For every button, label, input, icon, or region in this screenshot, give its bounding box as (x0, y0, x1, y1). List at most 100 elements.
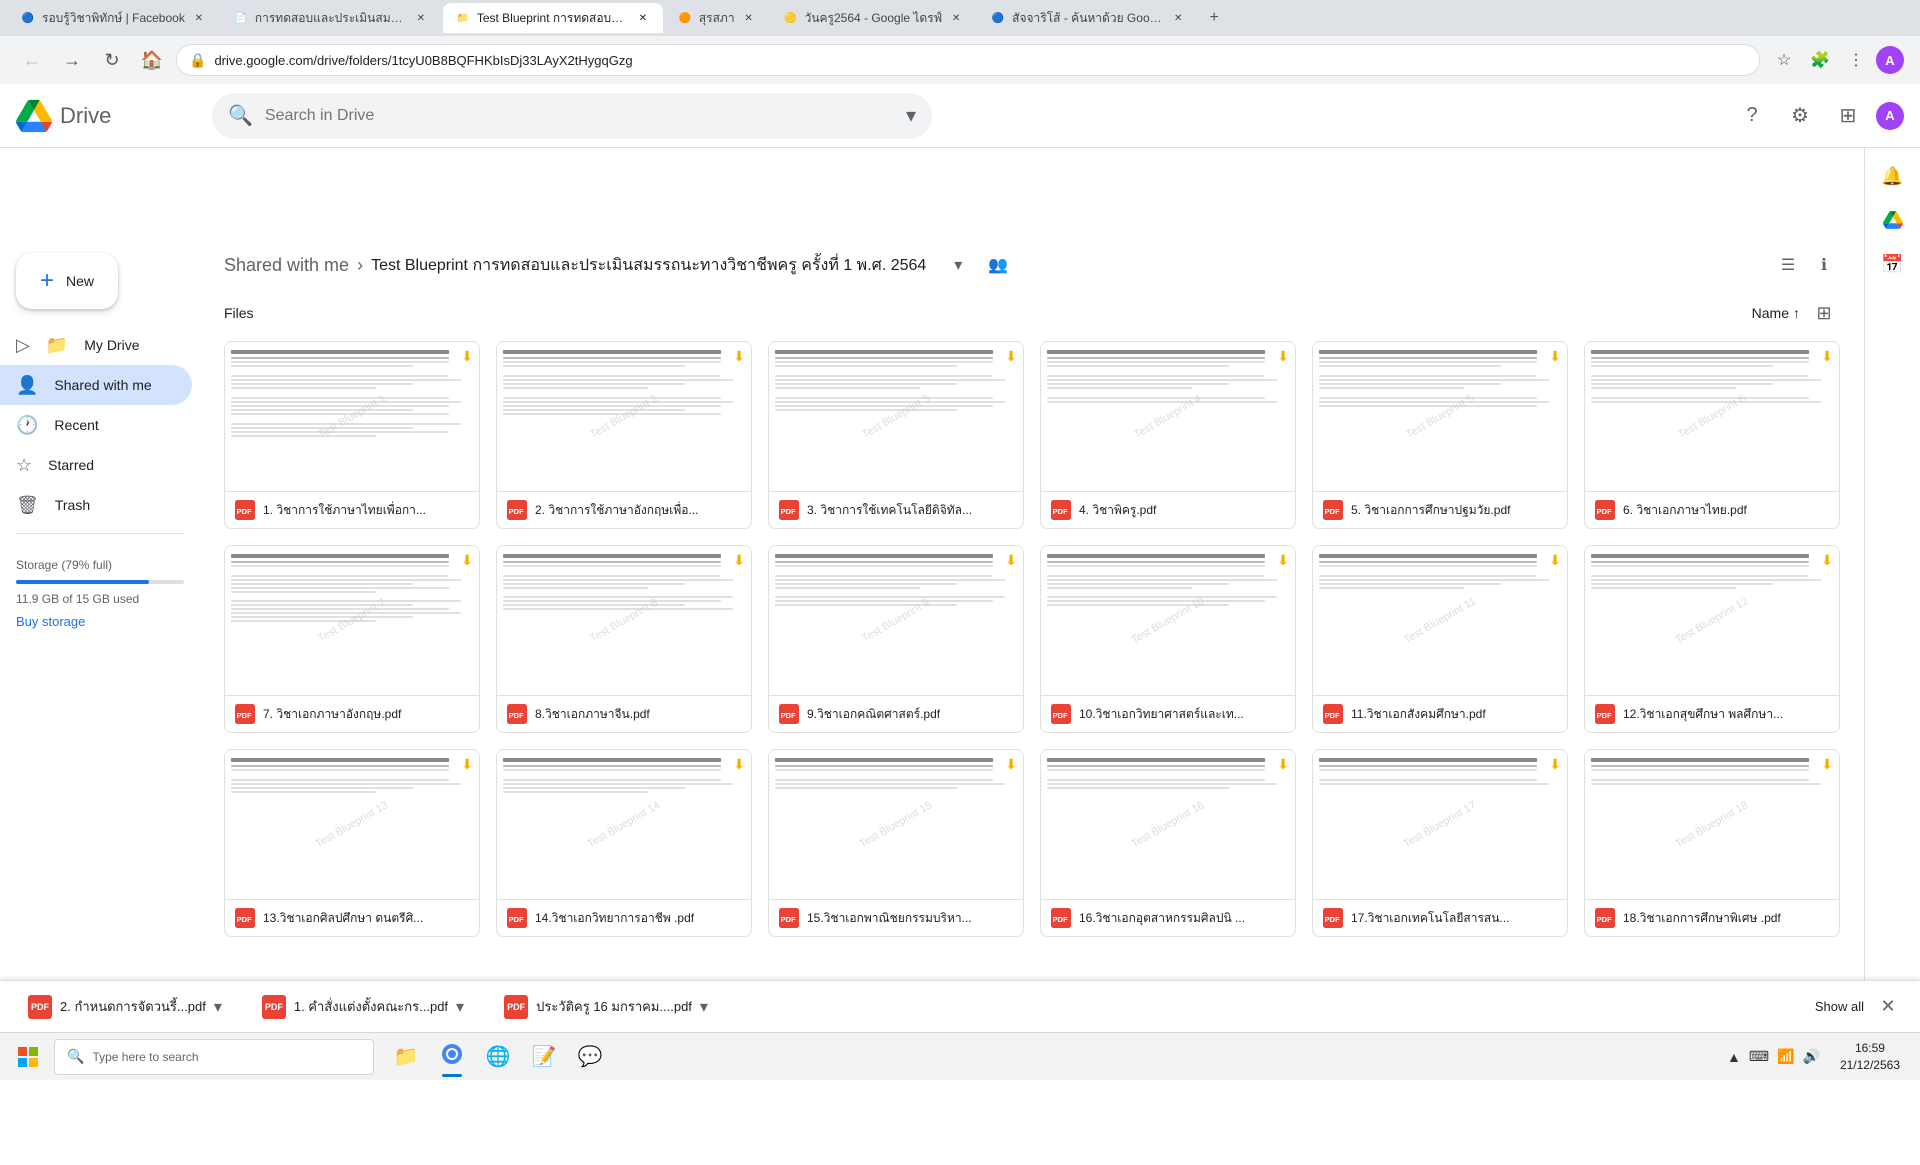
grid-view-button[interactable]: ⊞ (1808, 297, 1840, 329)
taskbar-line[interactable]: 💬 (568, 1035, 612, 1079)
drive-logo-text: Drive (60, 103, 111, 129)
file-thumbnail-8: Test Blueprint 8 ⬇ (497, 546, 751, 696)
home-button[interactable]: 🏠 (136, 44, 168, 76)
pdf-icon-2: PDF (507, 500, 527, 520)
settings-button[interactable]: ⚙ (1780, 96, 1820, 136)
system-clock[interactable]: 16:59 21/12/2563 (1832, 1040, 1908, 1074)
list-view-button[interactable]: ☰ (1772, 249, 1804, 281)
bookmark-button[interactable]: ☆ (1768, 44, 1800, 76)
app-header: Drive 🔍 ▾ ? ⚙ ⊞ A (0, 84, 1920, 148)
tab-facebook[interactable]: 🔵 รอบรู้วิชาพิทักษ์ | Facebook ✕ (8, 3, 219, 33)
sidebar-item-my-drive[interactable]: ▷ 📁 My Drive (0, 325, 192, 365)
account-avatar[interactable]: A (1876, 102, 1904, 130)
search-dropdown-icon[interactable]: ▾ (906, 103, 916, 128)
file-card-2[interactable]: Test Blueprint 2 ⬇ PDF 2. วิชาการใช้ภาษา… (496, 341, 752, 529)
tray-up-icon[interactable]: ▲ (1727, 1049, 1741, 1065)
tab-close-1[interactable]: ✕ (191, 10, 207, 26)
tab-drive-active[interactable]: 📁 Test Blueprint การทดสอบและประเมิน... ✕ (443, 3, 663, 33)
file-name-3: 3. วิชาการใช้เทคโนโลยีดิจิทัล... (807, 501, 1013, 520)
tab-close-5[interactable]: ✕ (948, 10, 964, 26)
dl-chevron-1[interactable]: ▾ (214, 997, 222, 1017)
file-name-8: 8.วิชาเอกภาษาจีน.pdf (535, 705, 741, 724)
speaker-icon[interactable]: 🔊 (1803, 1048, 1820, 1065)
rp-calendar-icon[interactable]: 📅 (1873, 244, 1913, 284)
file-card-15[interactable]: Test Blueprint 15 ⬇ PDF 15.วิชาเอกพาณิชย… (768, 749, 1024, 937)
tab-blueprint1[interactable]: 📄 การทดสอบและประเมินสมรรถนะ... ✕ (221, 3, 441, 33)
sidebar-item-trash[interactable]: 🗑 Trash (0, 485, 192, 525)
url-display: drive.google.com/drive/folders/1tcyU0B8B… (214, 53, 1747, 68)
file-card-16[interactable]: Test Blueprint 16 ⬇ PDF 16.วิชาเอกอุตสาห… (1040, 749, 1296, 937)
apps-button[interactable]: ⊞ (1828, 96, 1868, 136)
close-download-bar-button[interactable]: ✕ (1872, 991, 1904, 1023)
wifi-icon[interactable]: 📶 (1777, 1048, 1794, 1065)
help-button[interactable]: ? (1732, 96, 1772, 136)
new-button[interactable]: + New (16, 253, 118, 309)
tab-close-6[interactable]: ✕ (1170, 10, 1186, 26)
reload-button[interactable]: ↻ (96, 44, 128, 76)
browser-profile[interactable]: A (1876, 46, 1904, 74)
file-card-3[interactable]: Test Blueprint 3 ⬇ PDF 3. วิชาการใช้เทคโ… (768, 341, 1024, 529)
sidebar-item-starred[interactable]: ☆ Starred (0, 445, 192, 485)
dl-chevron-3[interactable]: ▾ (700, 997, 708, 1017)
file-card-17[interactable]: Test Blueprint 17 ⬇ PDF 17.วิชาเอกเทคโนโ… (1312, 749, 1568, 937)
download-icon-8: ⬇ (733, 552, 745, 569)
extensions-button[interactable]: 🧩 (1804, 44, 1836, 76)
file-card-12[interactable]: Test Blueprint 12 ⬇ PDF 12.วิชาเอกสุขศึก… (1584, 545, 1840, 733)
tab-close-4[interactable]: ✕ (741, 10, 757, 26)
file-card-11[interactable]: Test Blueprint 11 ⬇ PDF 11.วิชาเอกสังคมศ… (1312, 545, 1568, 733)
new-tab-button[interactable]: + (1200, 4, 1228, 32)
tab-surasa[interactable]: 🟠 สุรสภา ✕ (665, 3, 769, 33)
search-input[interactable] (265, 107, 894, 125)
sidebar-item-recent[interactable]: 🕐 Recent (0, 405, 192, 445)
taskbar-edge[interactable]: 🌐 (476, 1035, 520, 1079)
tab-favicon-1: 🔵 (20, 10, 36, 26)
file-card-10[interactable]: Test Blueprint 10 ⬇ PDF 10.วิชาเอกวิทยาศ… (1040, 545, 1296, 733)
browser-chrome: 🔵 รอบรู้วิชาพิทักษ์ | Facebook ✕ 📄 การทด… (0, 0, 1920, 85)
download-icon-3: ⬇ (1005, 348, 1017, 365)
tab-close-2[interactable]: ✕ (413, 10, 429, 26)
tab-vandru[interactable]: 🟡 วันครู2564 - Google ไดรฟ์ ✕ (771, 3, 977, 33)
download-item-1[interactable]: PDF 2. กำหนดการจัดวนรี้...pdf ▾ (16, 991, 234, 1023)
file-card-7[interactable]: Test Blueprint 7 ⬇ PDF 7. วิชาเอกภาษาอัง… (224, 545, 480, 733)
file-name-6: 6. วิชาเอกภาษาไทย.pdf (1623, 501, 1829, 520)
folder-details-button[interactable]: ℹ (1808, 249, 1840, 281)
file-card-4[interactable]: Test Blueprint 4 ⬇ PDF 4. วิชาพิครู.pdf (1040, 341, 1296, 529)
tab-google-search[interactable]: 🔵 สัจจาริโส้ - ค้นหาด้วย Google ✕ (978, 3, 1198, 33)
rp-notifications-icon[interactable]: 🔔 (1873, 156, 1913, 196)
file-card-13[interactable]: Test Blueprint 13 ⬇ PDF 13.วิชาเอกศิลปศึ… (224, 749, 480, 937)
sort-button[interactable]: Name ↑ (1752, 305, 1800, 321)
folder-info-dropdown[interactable]: ▾ (942, 249, 974, 281)
rp-drive-icon[interactable] (1873, 200, 1913, 240)
file-card-8[interactable]: Test Blueprint 8 ⬇ PDF 8.วิชาเอกภาษาจีน.… (496, 545, 752, 733)
dl-filename-2: 1. คำสั่งแต่งตั้งคณะกร...pdf (294, 996, 448, 1017)
taskbar-word[interactable]: 📝 (522, 1035, 566, 1079)
file-card-6[interactable]: Test Blueprint 6 ⬇ PDF 6. วิชาเอกภาษาไทย… (1584, 341, 1840, 529)
download-item-2[interactable]: PDF 1. คำสั่งแต่งตั้งคณะกร...pdf ▾ (250, 991, 476, 1023)
file-card-14[interactable]: Test Blueprint 14 ⬇ PDF 14.วิชาเอกวิทยาก… (496, 749, 752, 937)
search-bar[interactable]: 🔍 ▾ (212, 93, 932, 139)
taskbar-chrome[interactable] (430, 1035, 474, 1079)
file-name-5: 5. วิชาเอกการศึกษาปฐมวัย.pdf (1351, 501, 1557, 520)
download-item-3[interactable]: PDF ประวัติครู 16 มกราคม....pdf ▾ (492, 991, 720, 1023)
search-icon: 🔍 (228, 103, 253, 128)
file-card-5[interactable]: Test Blueprint 5 ⬇ PDF 5. วิชาเอกการศึกษ… (1312, 341, 1568, 529)
sidebar-item-shared-with-me[interactable]: 👤 Shared with me (0, 365, 192, 405)
edge-icon: 🌐 (486, 1044, 511, 1069)
buy-storage-link[interactable]: Buy storage (16, 614, 85, 629)
back-button[interactable]: ← (16, 44, 48, 76)
file-card-1[interactable]: Test Blueprint 1 ⬇ PDF 1. วิชาการใช้ภาษา… (224, 341, 480, 529)
pdf-icon-17: PDF (1323, 908, 1343, 928)
taskbar-file-explorer[interactable]: 📁 (384, 1035, 428, 1079)
add-people-button[interactable]: 👥 (982, 249, 1014, 281)
more-button[interactable]: ⋮ (1840, 44, 1872, 76)
show-all-button[interactable]: Show all (1815, 999, 1864, 1014)
forward-button[interactable]: → (56, 44, 88, 76)
start-button[interactable] (4, 1035, 52, 1079)
dl-chevron-2[interactable]: ▾ (456, 997, 464, 1017)
file-card-9[interactable]: Test Blueprint 9 ⬇ PDF 9.วิชาเอกคณิตศาสต… (768, 545, 1024, 733)
tab-close-3[interactable]: ✕ (635, 10, 651, 26)
breadcrumb-parent[interactable]: Shared with me (224, 255, 349, 276)
file-card-18[interactable]: Test Blueprint 18 ⬇ PDF 18.วิชาเอกการศึก… (1584, 749, 1840, 937)
address-bar[interactable]: 🔒 drive.google.com/drive/folders/1tcyU0B… (176, 44, 1760, 76)
taskbar-search-bar[interactable]: 🔍 Type here to search (54, 1039, 374, 1075)
